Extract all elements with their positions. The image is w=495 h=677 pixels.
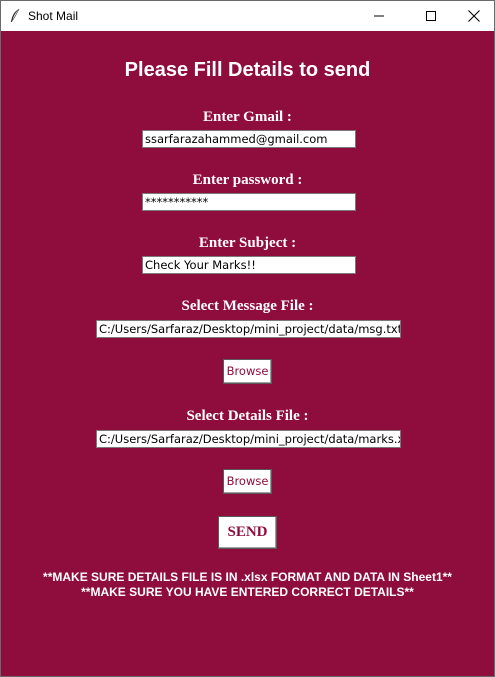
send-button[interactable]: SEND [218, 516, 277, 549]
minimize-icon [374, 11, 384, 21]
details-warning: **MAKE SURE YOU HAVE ENTERED CORRECT DET… [81, 585, 414, 599]
format-warning: **MAKE SURE DETAILS FILE IS IN .xlsx FOR… [43, 570, 452, 584]
page-title: Please Fill Details to send [124, 59, 371, 81]
minimize-button[interactable] [356, 1, 402, 31]
password-label: Enter password : [192, 172, 303, 188]
window-title: Shot Mail [28, 9, 79, 23]
browse-message-button[interactable]: Browse [223, 359, 272, 384]
maximize-icon [426, 11, 436, 21]
maximize-button[interactable] [408, 1, 454, 31]
password-input[interactable]: *********** [142, 193, 356, 211]
gmail-input[interactable]: ssarfarazahammed@gmail.com [142, 130, 356, 148]
details-file-input[interactable]: C:/Users/Sarfaraz/Desktop/mini_project/d… [96, 430, 401, 448]
message-file-label: Select Message File : [181, 298, 314, 314]
close-icon [468, 10, 480, 22]
close-button[interactable] [451, 1, 495, 31]
message-file-input[interactable]: C:/Users/Sarfaraz/Desktop/mini_project/d… [96, 320, 401, 338]
subject-input[interactable]: Check Your Marks!! [142, 256, 356, 274]
app-window: Shot Mail Please Fill Details to send En… [0, 0, 495, 677]
title-bar[interactable]: Shot Mail [1, 1, 494, 31]
gmail-label: Enter Gmail : [203, 109, 292, 125]
feather-icon [9, 8, 21, 24]
details-file-label: Select Details File : [186, 408, 309, 424]
subject-label: Enter Subject : [198, 235, 297, 251]
browse-details-button[interactable]: Browse [223, 469, 272, 494]
